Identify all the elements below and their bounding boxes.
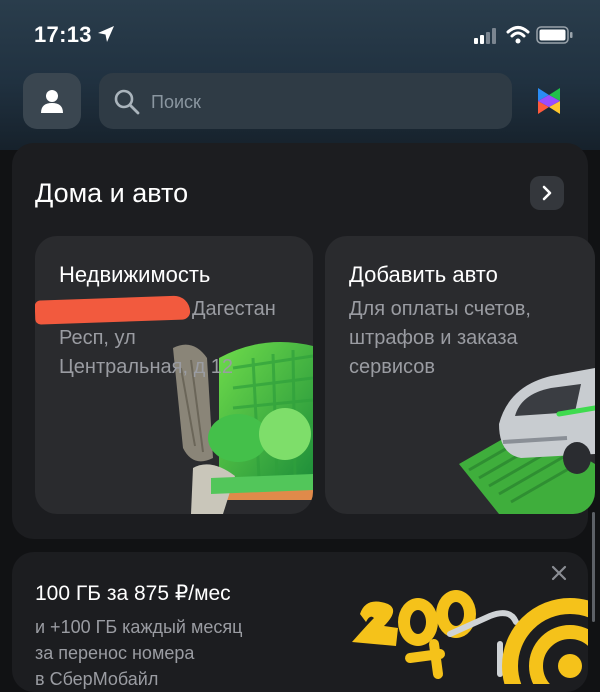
scrollbar[interactable]: [592, 512, 595, 622]
location-arrow-icon: [98, 26, 114, 42]
promo-line-1: и +100 ГБ каждый месяц: [35, 617, 243, 637]
address-line-2: Респ, ул: [59, 327, 136, 349]
wifi-icon: [506, 26, 530, 44]
add-car-line-3: сервисов: [349, 356, 436, 378]
promo-description: и +100 ГБ каждый месяц за перенос номера…: [35, 614, 242, 692]
promo-line-2: за перенос номера: [35, 643, 195, 663]
sber-services-icon[interactable]: [532, 84, 566, 118]
promo-banner[interactable]: 100 ГБ за 875 ₽/мес и +100 ГБ каждый мес…: [12, 552, 588, 692]
add-car-line-1: Для оплаты счетов,: [349, 298, 531, 320]
promo-title: 100 ГБ за 875 ₽/мес: [35, 582, 231, 605]
add-car-title: Добавить авто: [349, 262, 498, 287]
add-car-description: Для оплаты счетов, штрафов и заказа серв…: [349, 295, 531, 382]
section-more-button[interactable]: [530, 176, 564, 210]
battery-icon: [536, 26, 573, 44]
chevron-right-icon: [542, 185, 552, 201]
cellular-signal-icon: [474, 28, 496, 44]
user-icon: [41, 90, 63, 113]
add-car-line-2: штрафов и заказа: [349, 327, 518, 349]
address-line-1: Дагестан: [192, 298, 276, 320]
promo-line-3: в СберМобайл: [35, 669, 159, 689]
home-and-auto-section: Дома и авто Недвижимость Дагестан Респ, …: [12, 143, 595, 539]
profile-button[interactable]: [23, 73, 81, 129]
search-field[interactable]: Поиск: [99, 73, 512, 129]
search-placeholder: Поиск: [151, 92, 201, 112]
top-header: 17:13 Поиск: [0, 0, 600, 150]
real-estate-title: Недвижимость: [59, 262, 211, 287]
status-bar: 17:13: [0, 18, 600, 52]
section-title: Дома и авто: [35, 178, 189, 208]
add-car-card[interactable]: Добавить авто Для оплаты счетов, штрафов…: [325, 236, 595, 514]
real-estate-address: Дагестан Респ, ул Центральная, д 12: [59, 295, 276, 382]
gift-200gb-illustration: [352, 590, 588, 684]
real-estate-card[interactable]: Недвижимость Дагестан Респ, ул Центральн…: [35, 236, 313, 514]
search-icon: [114, 89, 140, 115]
status-time: 17:13: [34, 22, 92, 47]
address-line-3: Центральная, д 12: [59, 356, 234, 378]
